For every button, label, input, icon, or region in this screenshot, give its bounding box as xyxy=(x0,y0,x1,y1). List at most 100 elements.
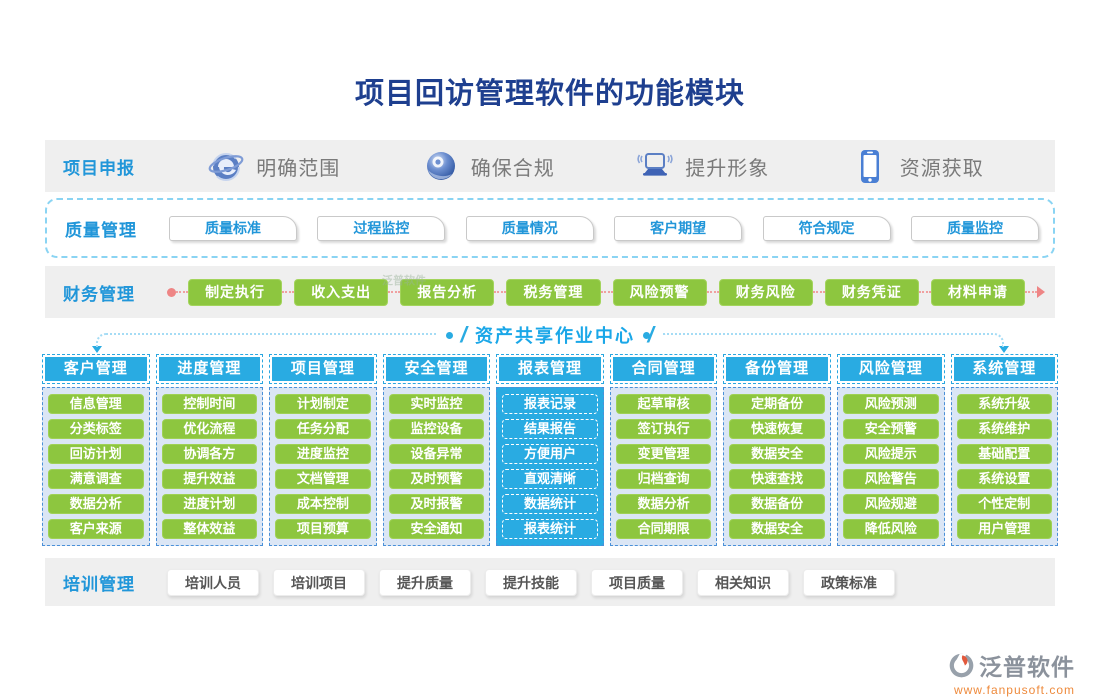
module-chip[interactable]: 用户管理 xyxy=(957,519,1053,539)
module-chip[interactable]: 报表记录 xyxy=(502,394,598,414)
module-chip[interactable]: 进度监控 xyxy=(275,444,371,464)
module-chip[interactable]: 进度计划 xyxy=(162,494,258,514)
flow-connector xyxy=(282,291,294,293)
training-chip[interactable]: 项目质量 xyxy=(591,569,683,596)
module-chip[interactable]: 风险规避 xyxy=(843,494,939,514)
module-chip[interactable]: 协调各方 xyxy=(162,444,258,464)
quality-chip[interactable]: 客户期望 xyxy=(614,216,742,241)
training-chips: 培训人员培训项目提升质量提升技能项目质量相关知识政策标准 xyxy=(167,569,1055,596)
training-chip[interactable]: 相关知识 xyxy=(697,569,789,596)
module-chip[interactable]: 提升效益 xyxy=(162,469,258,489)
module-column: 风险管理 风险预测安全预警风险提示风险警告风险规避降低风险 xyxy=(837,354,945,546)
module-chip[interactable]: 文档管理 xyxy=(275,469,371,489)
module-chip[interactable]: 快速查找 xyxy=(729,469,825,489)
module-chip[interactable]: 快速恢复 xyxy=(729,419,825,439)
quality-row: 质量管理 质量标准过程监控质量情况客户期望符合规定质量监控 xyxy=(45,198,1055,258)
module-chip[interactable]: 风险警告 xyxy=(843,469,939,489)
module-chip[interactable]: 成本控制 xyxy=(275,494,371,514)
column-header-box: 合同管理 xyxy=(610,354,718,384)
module-chip[interactable]: 监控设备 xyxy=(389,419,485,439)
diagram-canvas: 项目回访管理软件的功能模块 项目申报 明确范围 xyxy=(0,0,1100,700)
column-header: 客户管理 xyxy=(45,357,147,381)
module-chip[interactable]: 定期备份 xyxy=(729,394,825,414)
finance-chip[interactable]: 财务风险 xyxy=(719,279,813,306)
module-chip[interactable]: 数据统计 xyxy=(502,494,598,514)
module-chip[interactable]: 系统维护 xyxy=(957,419,1053,439)
quality-chip[interactable]: 质量标准 xyxy=(169,216,297,241)
flow-connector xyxy=(601,291,613,293)
module-chip[interactable]: 数据分析 xyxy=(616,494,712,514)
finance-chip[interactable]: 材料申请 xyxy=(931,279,1025,306)
module-chip[interactable]: 数据安全 xyxy=(729,519,825,539)
quality-chip[interactable]: 符合规定 xyxy=(763,216,891,241)
module-column: 客户管理 信息管理分类标签回访计划满意调查数据分析客户来源 xyxy=(42,354,150,546)
module-chip[interactable]: 优化流程 xyxy=(162,419,258,439)
training-chip[interactable]: 提升质量 xyxy=(379,569,471,596)
column-items: 信息管理分类标签回访计划满意调查数据分析客户来源 xyxy=(42,387,150,546)
module-chip[interactable]: 数据安全 xyxy=(729,444,825,464)
module-chip[interactable]: 方便用户 xyxy=(502,444,598,464)
module-chip[interactable]: 数据分析 xyxy=(48,494,144,514)
module-chip[interactable]: 基础配置 xyxy=(957,444,1053,464)
declare-row-label: 项目申报 xyxy=(45,154,167,179)
module-chip[interactable]: 分类标签 xyxy=(48,419,144,439)
module-chip[interactable]: 签订执行 xyxy=(616,419,712,439)
module-chip[interactable]: 数据备份 xyxy=(729,494,825,514)
finance-chip[interactable]: 税务管理 xyxy=(506,279,600,306)
finance-chip[interactable]: 风险预警 xyxy=(613,279,707,306)
module-chip[interactable]: 整体效益 xyxy=(162,519,258,539)
flow-connector xyxy=(919,291,931,293)
module-chip[interactable]: 起草审核 xyxy=(616,394,712,414)
training-chip[interactable]: 培训人员 xyxy=(167,569,259,596)
module-chip[interactable]: 风险预测 xyxy=(843,394,939,414)
module-chip[interactable]: 项目预算 xyxy=(275,519,371,539)
column-header-box: 系统管理 xyxy=(951,354,1059,384)
flow-connector xyxy=(1025,291,1037,293)
finance-chip[interactable]: 收入支出 xyxy=(294,279,388,306)
fanpu-logo-icon xyxy=(948,652,975,679)
training-chip[interactable]: 培训项目 xyxy=(273,569,365,596)
browser-icon xyxy=(208,148,244,184)
column-header-box: 备份管理 xyxy=(723,354,831,384)
declare-item-label: 确保合规 xyxy=(471,152,555,181)
module-chip[interactable]: 任务分配 xyxy=(275,419,371,439)
declare-item-resource: 资源获取 xyxy=(852,148,984,184)
module-chip[interactable]: 个性定制 xyxy=(957,494,1053,514)
module-chip[interactable]: 合同期限 xyxy=(616,519,712,539)
module-chip[interactable]: 回访计划 xyxy=(48,444,144,464)
column-header: 报表管理 xyxy=(499,357,601,381)
training-chip[interactable]: 政策标准 xyxy=(803,569,895,596)
module-chip[interactable]: 归档查询 xyxy=(616,469,712,489)
module-chip[interactable]: 风险提示 xyxy=(843,444,939,464)
module-chip[interactable]: 及时报警 xyxy=(389,494,485,514)
flow-connector xyxy=(813,291,825,293)
module-chip[interactable]: 客户来源 xyxy=(48,519,144,539)
module-chip[interactable]: 系统设置 xyxy=(957,469,1053,489)
finance-chip[interactable]: 财务凭证 xyxy=(825,279,919,306)
module-chip[interactable]: 结果报告 xyxy=(502,419,598,439)
column-items: 风险预测安全预警风险提示风险警告风险规避降低风险 xyxy=(837,387,945,546)
module-chip[interactable]: 控制时间 xyxy=(162,394,258,414)
module-chip[interactable]: 变更管理 xyxy=(616,444,712,464)
module-chip[interactable]: 设备异常 xyxy=(389,444,485,464)
module-chip[interactable]: 直观清晰 xyxy=(502,469,598,489)
quality-chip[interactable]: 质量监控 xyxy=(911,216,1039,241)
column-items: 定期备份快速恢复数据安全快速查找数据备份数据安全 xyxy=(723,387,831,546)
training-chip[interactable]: 提升技能 xyxy=(485,569,577,596)
module-chip[interactable]: 计划制定 xyxy=(275,394,371,414)
module-chip[interactable]: 及时预警 xyxy=(389,469,485,489)
module-chip[interactable]: 实时监控 xyxy=(389,394,485,414)
module-chip[interactable]: 安全通知 xyxy=(389,519,485,539)
banner-slash-icon: / xyxy=(645,322,657,348)
module-chip[interactable]: 信息管理 xyxy=(48,394,144,414)
declare-item-compliance: 确保合规 xyxy=(423,148,555,184)
finance-chip[interactable]: 制定执行 xyxy=(188,279,282,306)
module-chip[interactable]: 满意调查 xyxy=(48,469,144,489)
module-chip[interactable]: 安全预警 xyxy=(843,419,939,439)
quality-chip[interactable]: 过程监控 xyxy=(317,216,445,241)
column-header: 项目管理 xyxy=(272,357,374,381)
quality-chip[interactable]: 质量情况 xyxy=(466,216,594,241)
module-chip[interactable]: 系统升级 xyxy=(957,394,1053,414)
module-chip[interactable]: 降低风险 xyxy=(843,519,939,539)
module-chip[interactable]: 报表统计 xyxy=(502,519,598,539)
